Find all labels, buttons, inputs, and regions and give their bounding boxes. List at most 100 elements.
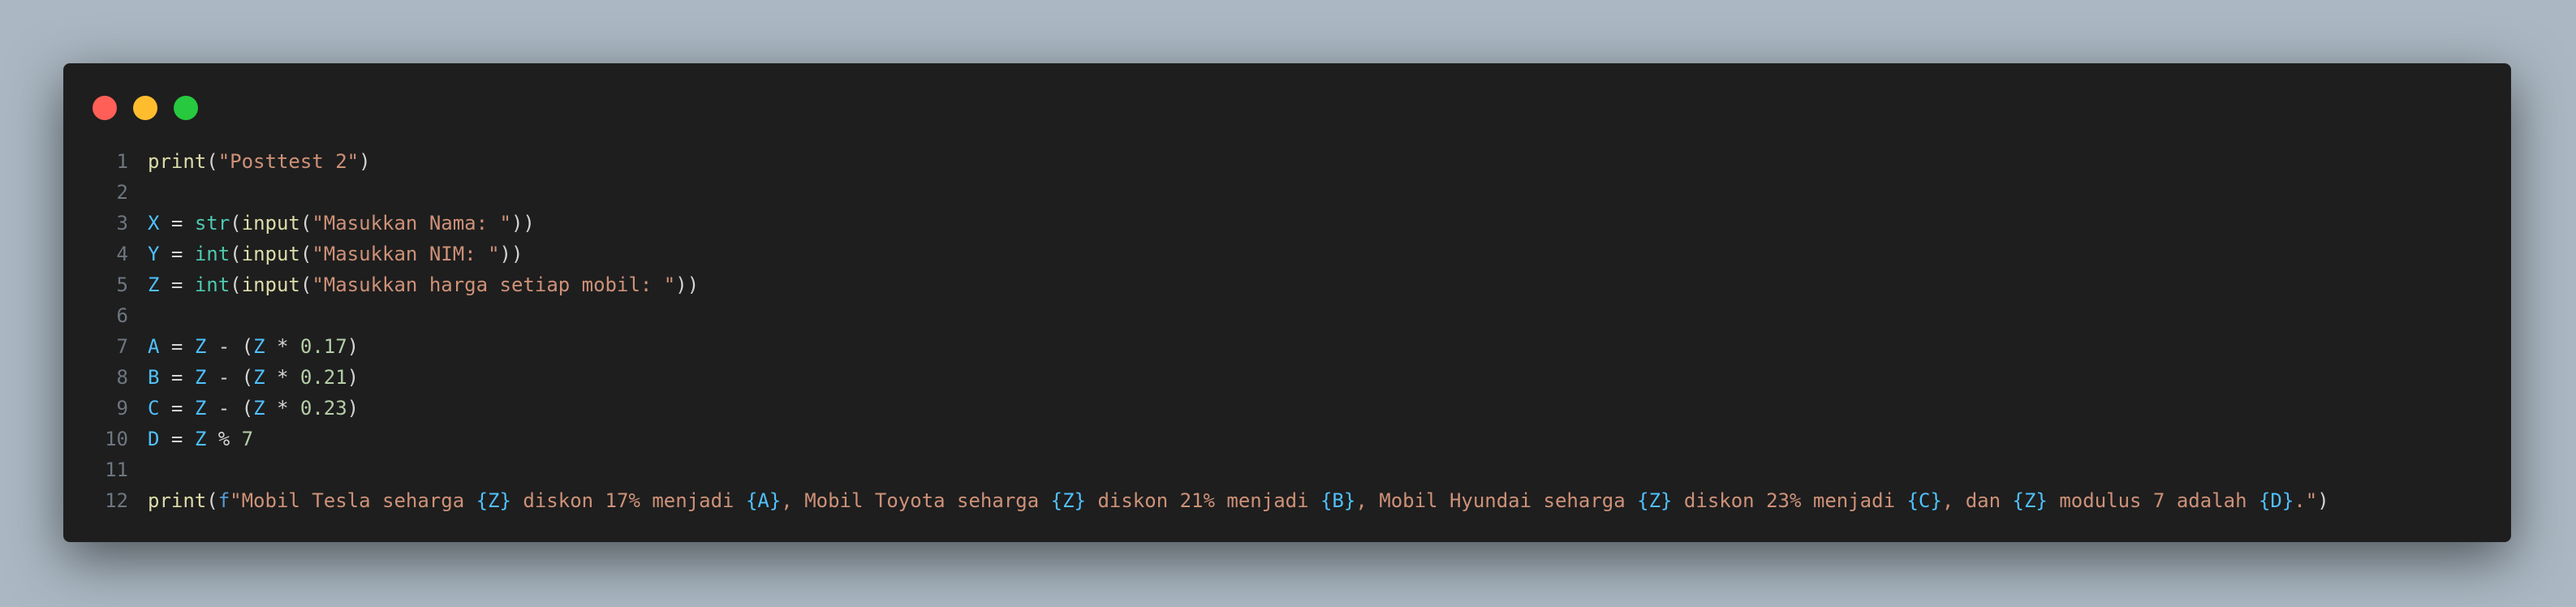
code-token: , dan [1941,489,2013,512]
minimize-icon[interactable] [133,96,157,120]
code-text: Z = int(input("Masukkan harga setiap mob… [148,269,699,300]
code-token: input [241,243,300,265]
code-text: X = str(input("Masukkan Nama: ")) [148,208,535,239]
code-token: 7 [241,428,254,450]
code-token: ) [347,335,360,358]
code-token: "Masukkan harga setiap mobil: " [312,273,676,296]
code-token: , Mobil Toyota seharga [781,489,1051,512]
code-token: ) [347,366,360,389]
code-token: {Z} [1637,489,1673,512]
code-token: print [148,150,207,173]
code-token: diskon 21% menjadi [1086,489,1320,512]
code-token: {C} [1906,489,1942,512]
code-line: 11 [63,454,2511,485]
code-token: ( [299,243,312,265]
code-token: ( [230,243,242,265]
code-token: ( [299,273,312,296]
code-token: Z [194,335,207,358]
code-token: = [159,335,195,358]
code-token: 0.21 [299,366,347,389]
code-token: X [148,212,160,235]
code-line: 6 [63,300,2511,331]
code-token: )) [675,273,700,296]
line-number: 7 [116,335,128,358]
code-token: {B} [1320,489,1356,512]
window-controls [93,96,198,120]
code-token: = [159,397,195,420]
code-token: int [194,273,230,296]
code-token: Z [194,366,207,389]
code-text: D = Z % 7 [148,424,253,454]
code-token: * [265,397,300,420]
code-token: ) [2317,489,2329,512]
code-token: Z [253,397,265,420]
code-token: % [206,428,242,450]
code-line: 1 print("Posttest 2") [63,146,2511,177]
code-token: , Mobil Hyundai seharga [1355,489,1638,512]
code-token: input [241,212,300,235]
code-token: ( [206,150,218,173]
code-token: - ( [206,397,254,420]
code-token: {D} [2258,489,2294,512]
line-number: 8 [116,366,128,389]
code-token: C [148,397,160,420]
code-text: Y = int(input("Masukkan NIM: ")) [148,239,523,269]
code-token: Z [194,428,207,450]
code-token: ) [347,397,360,420]
code-token: f [218,489,230,512]
line-number: 5 [116,273,128,296]
code-token: = [159,428,195,450]
code-token: A [148,335,160,358]
code-line: 4Y = int(input("Masukkan NIM: ")) [63,239,2511,269]
code-token: * [265,366,300,389]
code-token: ." [2294,489,2318,512]
code-line: 3 X = str(input("Masukkan Nama: ")) [63,208,2511,239]
code-token: input [241,273,300,296]
code-token: Z [253,335,265,358]
code-token: = [159,273,195,296]
code-token: {Z} [476,489,511,512]
code-token: 0.17 [299,335,347,358]
code-token: ( [299,212,312,235]
code-line: 7A = Z - (Z * 0.17) [63,331,2511,362]
code-token: int [194,243,230,265]
line-number: 9 [116,397,128,420]
line-number: 12 [105,489,128,512]
code-line: 8 B = Z - (Z * 0.21) [63,362,2511,393]
code-token: modulus 7 adalah [2047,489,2259,512]
line-number: 3 [116,212,128,235]
code-token: "Mobil Tesla seharga [230,489,476,512]
line-number: 11 [105,458,128,481]
line-number: 10 [105,428,128,450]
code-line: 9C = Z - (Z * 0.23) [63,393,2511,424]
code-text: B = Z - (Z * 0.21) [148,362,359,393]
code-token: "Masukkan NIM: " [312,243,500,265]
code-token: ) [359,150,371,173]
code-line: 12 print(f"Mobil Tesla seharga {Z} diskon… [63,485,2511,516]
code-token: = [159,243,195,265]
line-number: 1 [116,150,128,173]
code-window: 1 print("Posttest 2") 2 3 X = str(input("Mas… [63,63,2511,542]
code-token: - ( [206,366,254,389]
code-token: * [265,335,300,358]
code-token: Z [194,397,207,420]
code-token: str [194,212,230,235]
code-block: 1 print("Posttest 2") 2 3 X = str(input("Mas… [63,146,2511,516]
code-token: = [159,366,195,389]
code-token: 0.23 [299,397,347,420]
line-number: 4 [116,243,128,265]
code-text: print("Posttest 2") [148,146,371,177]
code-line: 5Z = int(input("Masukkan harga setiap mo… [63,269,2511,300]
code-token: print [148,489,207,512]
code-token: {A} [745,489,782,512]
code-token: )) [499,243,523,265]
maximize-icon[interactable] [174,96,198,120]
code-line: 2 [63,177,2511,208]
code-line: 10 D = Z % 7 [63,424,2511,454]
code-token: Y [148,243,160,265]
code-token: B [148,366,160,389]
code-token: )) [510,212,535,235]
close-icon[interactable] [93,96,117,120]
line-number: 6 [116,304,128,327]
code-token: ( [230,212,242,235]
